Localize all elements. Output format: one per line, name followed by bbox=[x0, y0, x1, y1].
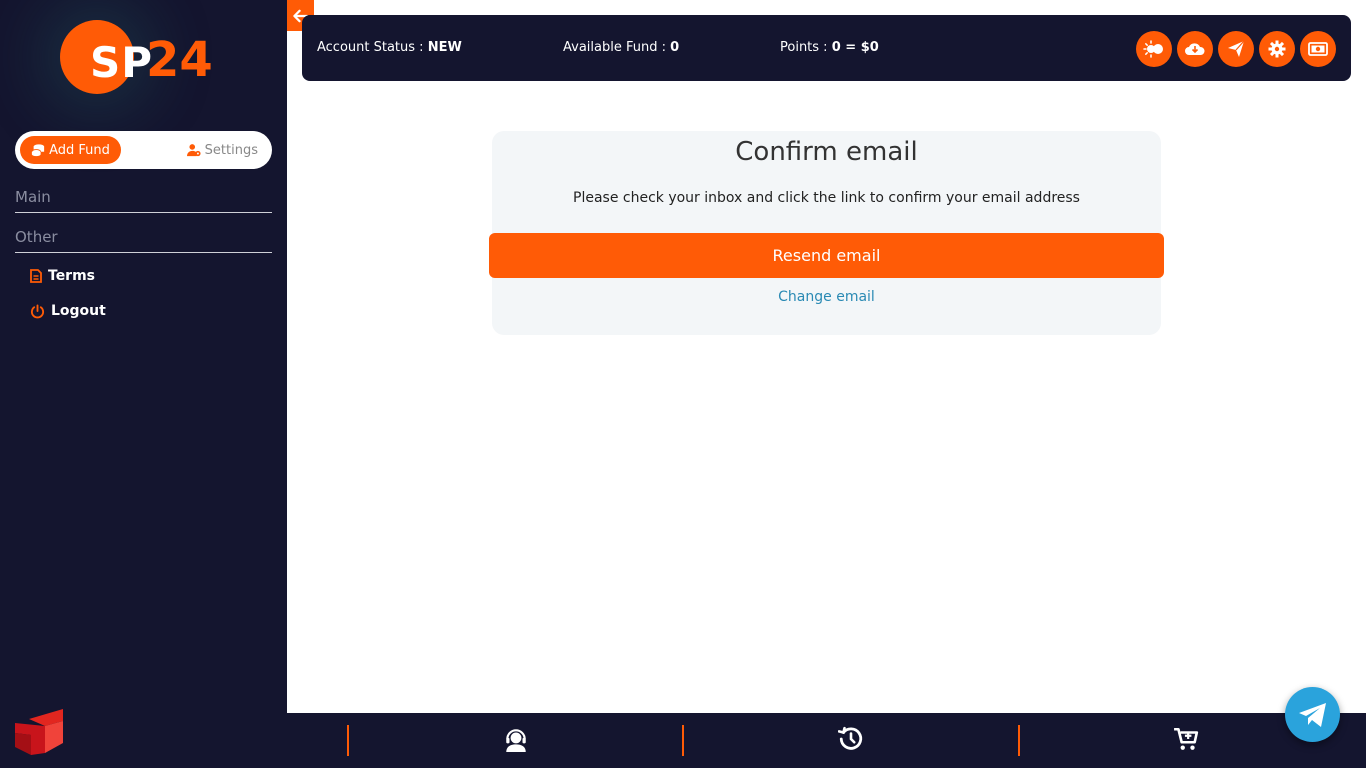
settings-label: Settings bbox=[204, 142, 258, 158]
logo-text-sp: SP bbox=[90, 38, 154, 87]
logo[interactable]: SP 24 bbox=[60, 18, 220, 94]
money-button[interactable] bbox=[1300, 31, 1336, 67]
add-fund-button[interactable]: Add Fund bbox=[20, 136, 121, 164]
quick-actions-pill: Add Fund Settings bbox=[15, 131, 272, 169]
money-icon bbox=[1308, 42, 1328, 56]
confirm-message: Please check your inbox and click the li… bbox=[573, 190, 1080, 206]
nav-heading-other: Other bbox=[15, 228, 272, 253]
resend-email-button[interactable]: Resend email bbox=[489, 233, 1164, 278]
bottom-divider bbox=[1018, 725, 1020, 756]
cart-icon[interactable] bbox=[1173, 726, 1199, 752]
account-status-label: Account Status : bbox=[317, 40, 428, 55]
account-status: Account Status : NEW bbox=[317, 40, 462, 55]
coins-icon bbox=[31, 144, 45, 157]
sidebar-item-terms[interactable]: Terms bbox=[30, 268, 95, 284]
topbar-icon-group bbox=[1136, 31, 1336, 67]
user-gear-icon bbox=[186, 144, 201, 157]
sidebar-item-label: Logout bbox=[51, 303, 106, 319]
gear-icon bbox=[1268, 40, 1286, 58]
available-fund-label: Available Fund : bbox=[563, 40, 671, 55]
account-topbar: Account Status : NEW Available Fund : 0 … bbox=[302, 15, 1351, 81]
send-icon bbox=[1228, 40, 1245, 57]
bottom-navbar bbox=[287, 713, 1366, 768]
page-title: Confirm email bbox=[735, 137, 918, 167]
telegram-button[interactable] bbox=[1285, 687, 1340, 742]
bottom-divider bbox=[347, 725, 349, 756]
theme-toggle-button[interactable] bbox=[1136, 31, 1172, 67]
cloud-icon bbox=[1185, 43, 1205, 55]
sidebar: SP 24 Add Fund Settings Main Other Terms… bbox=[0, 0, 287, 768]
points-value: 0 = $0 bbox=[831, 40, 879, 55]
brand-mark-icon bbox=[15, 709, 63, 755]
bottom-divider bbox=[682, 725, 684, 756]
power-icon bbox=[30, 303, 45, 318]
support-icon[interactable] bbox=[503, 726, 529, 752]
nav-heading-main: Main bbox=[15, 188, 272, 213]
points: Points : 0 = $0 bbox=[780, 40, 879, 55]
sidebar-item-label: Terms bbox=[48, 268, 96, 284]
add-fund-label: Add Fund bbox=[49, 142, 110, 158]
points-label: Points : bbox=[780, 40, 832, 55]
document-icon bbox=[30, 269, 42, 283]
change-email-link[interactable]: Change email bbox=[492, 289, 1161, 305]
sun-moon-icon bbox=[1143, 40, 1163, 58]
logo-text-24: 24 bbox=[146, 32, 213, 88]
settings-gear-button[interactable] bbox=[1259, 31, 1295, 67]
sidebar-item-logout[interactable]: Logout bbox=[30, 303, 106, 319]
cloud-button[interactable] bbox=[1177, 31, 1213, 67]
available-fund: Available Fund : 0 bbox=[563, 40, 679, 55]
history-icon[interactable] bbox=[838, 726, 864, 752]
send-button[interactable] bbox=[1218, 31, 1254, 67]
settings-button[interactable]: Settings bbox=[186, 136, 258, 164]
available-fund-value: 0 bbox=[670, 40, 680, 55]
account-status-value: NEW bbox=[427, 40, 462, 55]
telegram-icon bbox=[1298, 702, 1326, 727]
